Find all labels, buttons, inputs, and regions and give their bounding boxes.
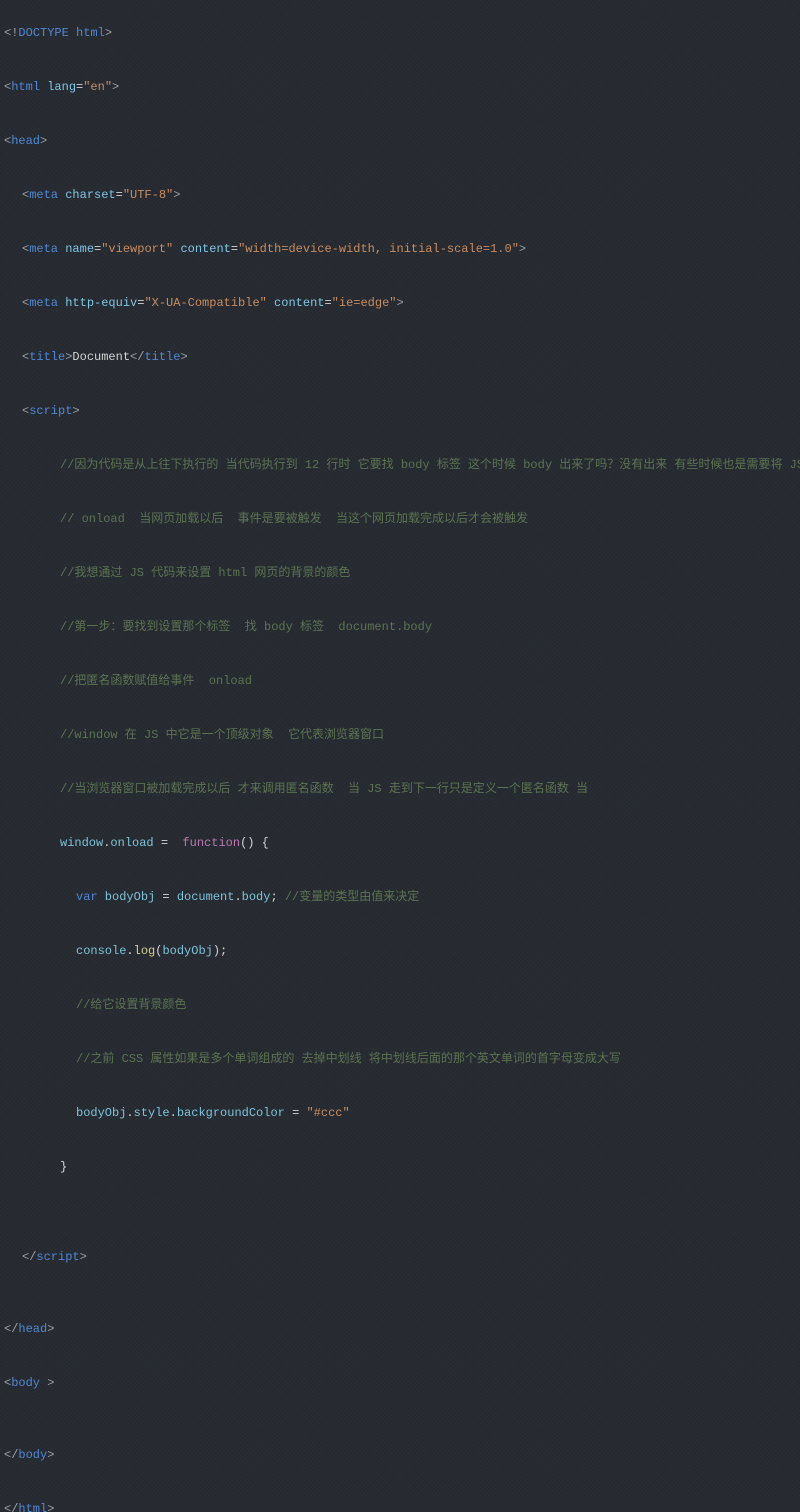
code-line: <html lang="en"> <box>4 78 796 96</box>
code-line: </head> <box>4 1320 796 1338</box>
code-line: </html> <box>4 1500 796 1512</box>
code-editor-content[interactable]: <!DOCTYPE html> <html lang="en"> <head> … <box>0 0 800 1512</box>
code-line: <meta http-equiv="X-UA-Compatible" conte… <box>4 294 796 312</box>
code-comment: //当浏览器窗口被加载完成以后 才来调用匿名函数 当 JS 走到下一行只是定义一… <box>4 780 796 798</box>
code-line: bodyObj.style.backgroundColor = "#ccc" <box>4 1104 796 1122</box>
code-line: <!DOCTYPE html> <box>4 24 796 42</box>
code-comment: //因为代码是从上往下执行的 当代码执行到 12 行时 它要找 body 标签 … <box>4 456 796 474</box>
code-line: console.log(bodyObj); <box>4 942 796 960</box>
code-line: </body> <box>4 1446 796 1464</box>
code-line: <meta charset="UTF-8"> <box>4 186 796 204</box>
code-line: } <box>4 1158 796 1176</box>
code-line: </script> <box>4 1248 796 1266</box>
code-comment: //给它设置背景颜色 <box>4 996 796 1014</box>
code-comment: //之前 CSS 属性如果是多个单词组成的 去掉中划线 将中划线后面的那个英文单… <box>4 1050 796 1068</box>
code-line: <body > <box>4 1374 796 1392</box>
code-line: window.onload = function() { <box>4 834 796 852</box>
code-line: <title>Document</title> <box>4 348 796 366</box>
code-line: <meta name="viewport" content="width=dev… <box>4 240 796 258</box>
code-comment: //我想通过 JS 代码来设置 html 网页的背景的颜色 <box>4 564 796 582</box>
code-line: <script> <box>4 402 796 420</box>
code-comment: //window 在 JS 中它是一个顶级对象 它代表浏览器窗口 <box>4 726 796 744</box>
code-line: var bodyObj = document.body; //变量的类型由值来决… <box>4 888 796 906</box>
code-comment: //第一步：要找到设置那个标签 找 body 标签 document.body <box>4 618 796 636</box>
code-comment: //把匿名函数赋值给事件 onload <box>4 672 796 690</box>
code-comment: // onload 当网页加载以后 事件是要被触发 当这个网页加载完成以后才会被… <box>4 510 796 528</box>
code-line: <head> <box>4 132 796 150</box>
